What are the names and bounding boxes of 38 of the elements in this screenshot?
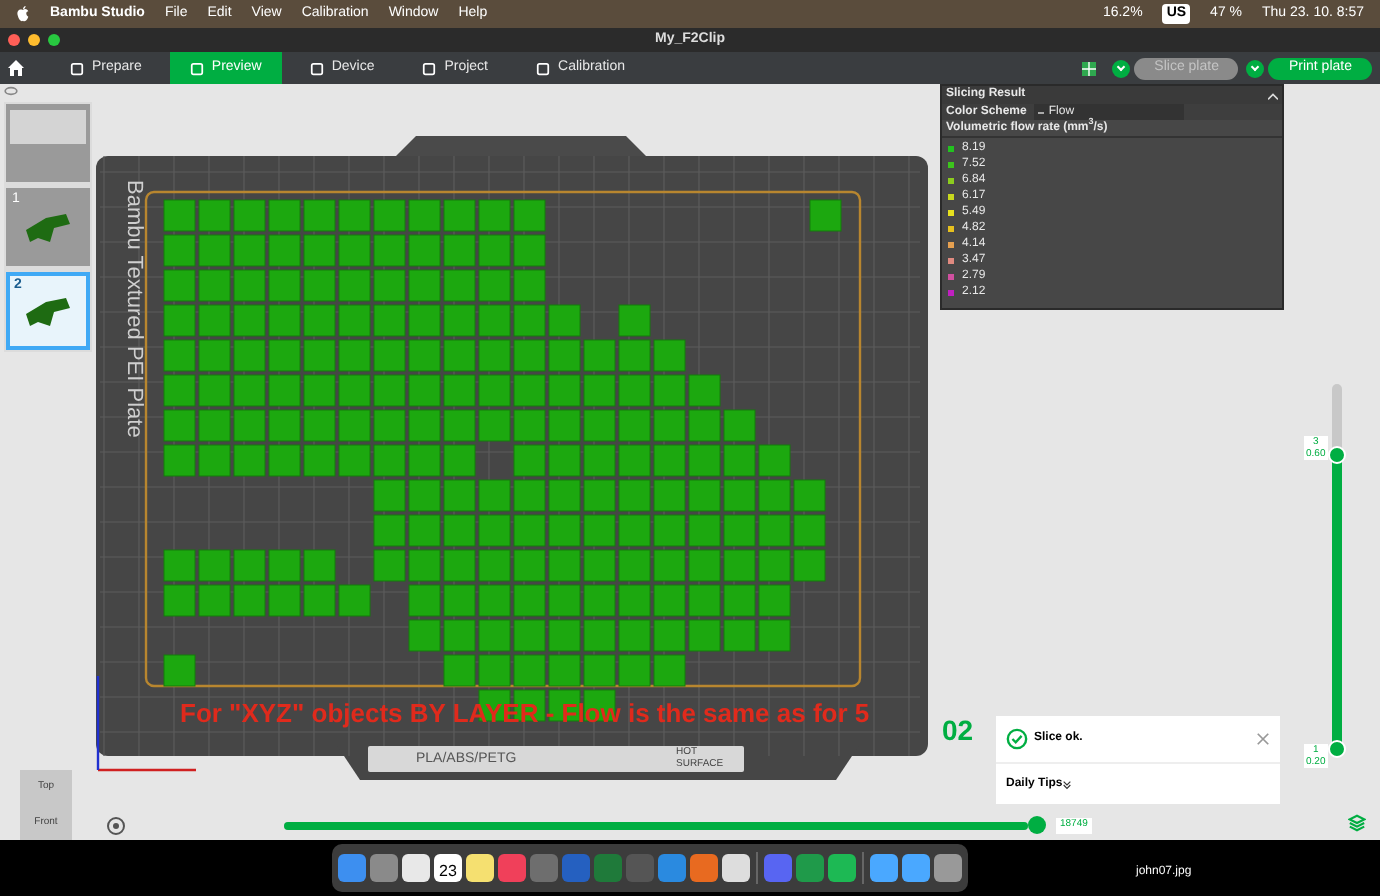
app-icon[interactable]	[828, 854, 856, 882]
calendar-app-icon[interactable]: 23	[434, 854, 462, 882]
apple-icon[interactable]	[16, 6, 30, 22]
tab-icon	[189, 61, 204, 75]
app-icon[interactable]	[870, 854, 898, 882]
camera-reset-icon[interactable]	[106, 816, 126, 836]
plate-thumbnail[interactable]	[6, 104, 90, 182]
app-icon[interactable]	[402, 854, 430, 882]
check-circle-icon	[1006, 728, 1028, 750]
app-icon[interactable]	[902, 854, 930, 882]
tab-icon	[70, 61, 84, 75]
zoom-button[interactable]	[48, 34, 60, 46]
app-icon[interactable]	[466, 854, 494, 882]
plate-number-label: 02	[942, 712, 974, 750]
tab-icon	[422, 61, 437, 75]
layers-icon[interactable]	[1348, 814, 1366, 832]
collapse-icon[interactable]	[1268, 91, 1278, 99]
home-icon[interactable]	[6, 58, 26, 78]
grid-icon[interactable]	[1082, 61, 1097, 75]
layer-slider-handle[interactable]	[1328, 445, 1346, 464]
layer-slider-handle[interactable]	[1328, 740, 1346, 758]
move-slider-handle[interactable]	[1028, 816, 1046, 834]
model-icon	[22, 293, 74, 329]
tab-icon	[536, 61, 551, 75]
empty-plate-icon	[10, 110, 86, 144]
plate-name: Bambu Textured PEI Plate	[120, 180, 148, 438]
app-icon[interactable]	[722, 854, 750, 882]
annotation-text: For "XYZ" objects BY LAYER - Flow is the same as for 5	[180, 696, 870, 732]
eye-icon[interactable]	[4, 86, 18, 96]
dropdown-icon[interactable]	[1112, 59, 1131, 77]
close-button[interactable]	[8, 34, 20, 46]
close-icon[interactable]	[1256, 732, 1270, 746]
chevron-down-icon[interactable]	[1062, 779, 1073, 789]
tab-icon	[309, 61, 324, 75]
app-icon[interactable]	[934, 854, 962, 882]
dropdown-icon[interactable]	[1246, 59, 1265, 77]
model-icon	[22, 209, 74, 245]
minimize-button[interactable]	[28, 34, 40, 46]
